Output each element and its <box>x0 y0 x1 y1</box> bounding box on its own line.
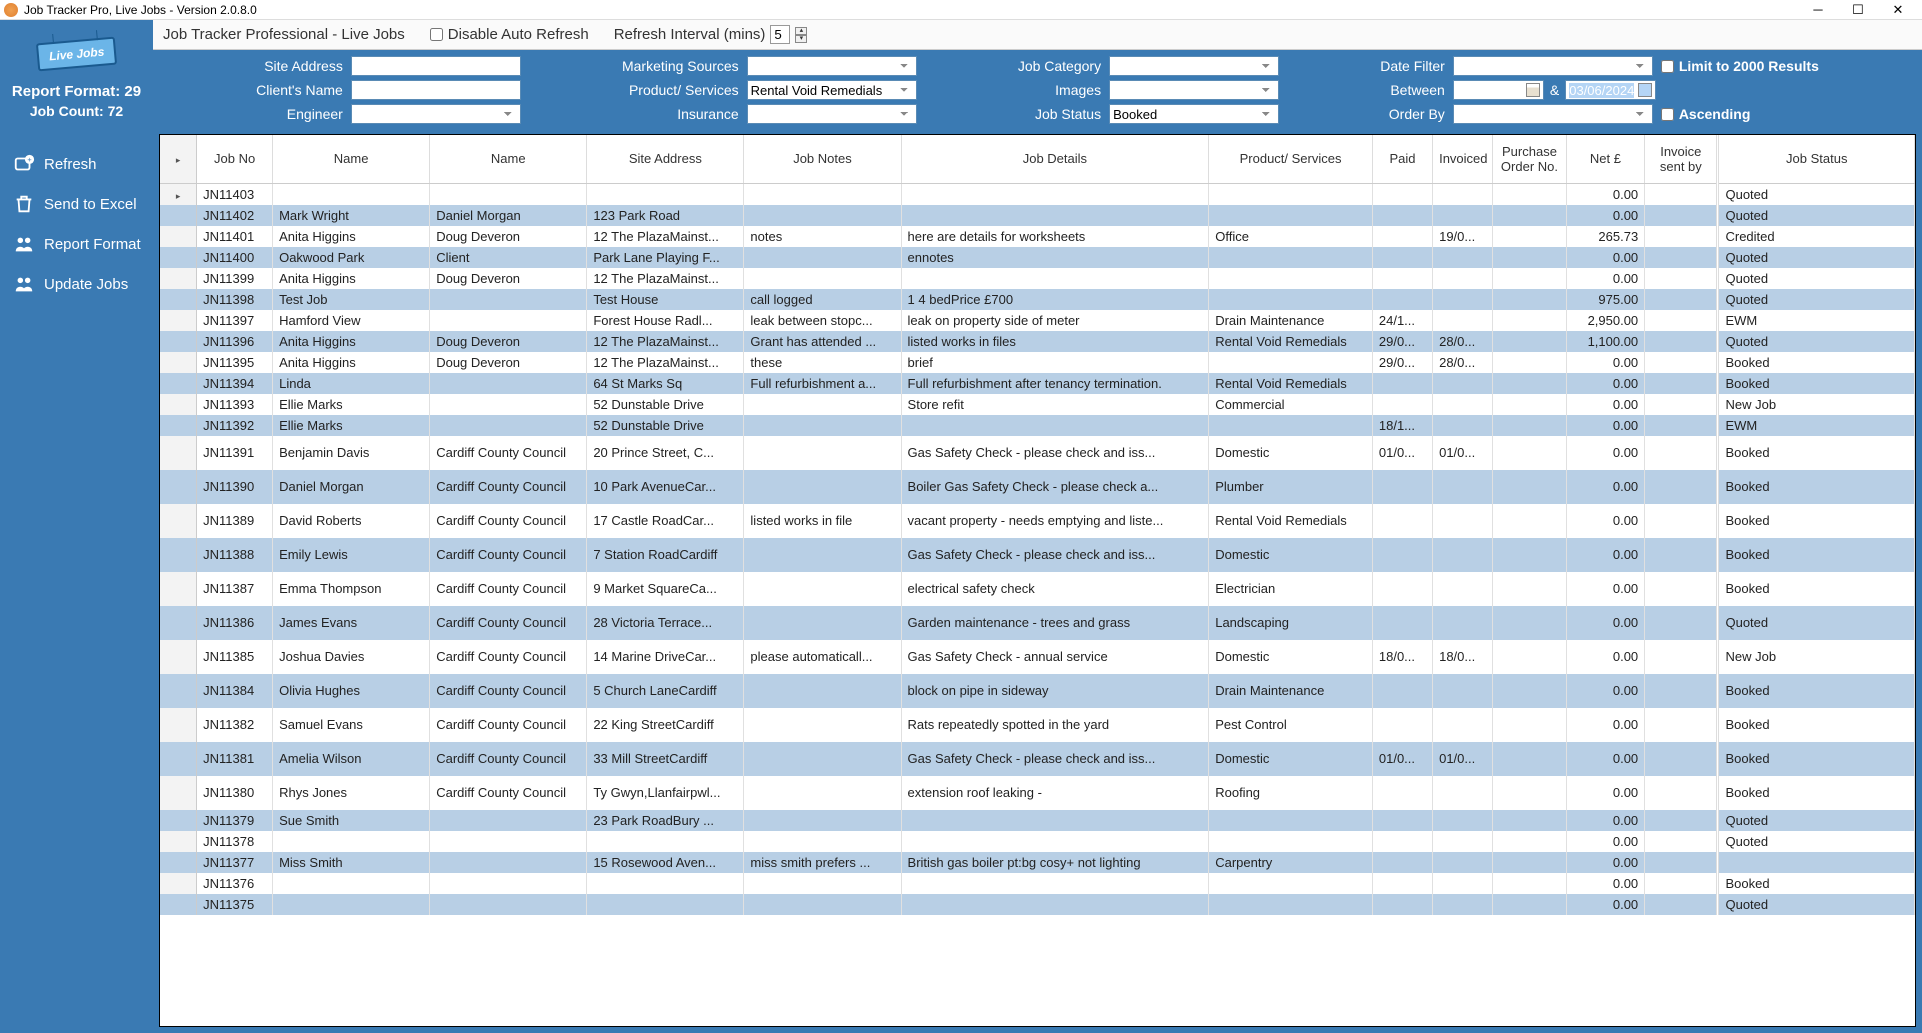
table-row[interactable]: JN113780.00Quoted <box>160 831 1915 852</box>
toolbar: Job Tracker Professional - Live Jobs Dis… <box>153 20 1922 50</box>
sidebar-item-send-excel[interactable]: Send to Excel <box>0 184 153 224</box>
filter-bar: Site Address Marketing Sources Job Categ… <box>153 50 1922 134</box>
calendar-icon[interactable] <box>1526 83 1540 97</box>
date-from-input[interactable]: 29/04/2024 <box>1453 80 1544 100</box>
column-header[interactable]: Product/ Services <box>1209 135 1373 183</box>
table-row[interactable]: JN11385Joshua DaviesCardiff County Counc… <box>160 640 1915 674</box>
sidebar-item-refresh[interactable]: + Refresh <box>0 144 153 184</box>
refresh-icon: + <box>12 152 36 176</box>
marketing-sources-select[interactable] <box>747 56 917 76</box>
svg-text:+: + <box>27 155 31 164</box>
table-row[interactable]: JN11377Miss Smith15 Rosewood Aven...miss… <box>160 852 1915 873</box>
table-row[interactable]: JN11387Emma ThompsonCardiff County Counc… <box>160 572 1915 606</box>
refresh-interval-spinner[interactable]: ▴▾ <box>795 27 807 43</box>
site-address-label: Site Address <box>163 58 343 74</box>
window-title: Job Tracker Pro, Live Jobs - Version 2.0… <box>24 3 1798 17</box>
table-row[interactable]: JN11386James EvansCardiff County Council… <box>160 606 1915 640</box>
trash-icon <box>12 192 36 216</box>
order-by-select[interactable] <box>1453 104 1653 124</box>
marketing-sources-label: Marketing Sources <box>529 58 739 74</box>
refresh-interval-input[interactable] <box>770 25 790 44</box>
table-row[interactable]: JN11384Olivia HughesCardiff County Counc… <box>160 674 1915 708</box>
product-services-select[interactable]: Rental Void Remedials <box>747 80 917 100</box>
column-header[interactable]: Site Address <box>587 135 744 183</box>
jobs-table: Job NoNameNameSite AddressJob NotesJob D… <box>160 135 1915 915</box>
sidebar-item-update-jobs[interactable]: Update Jobs <box>0 264 153 304</box>
close-button[interactable]: ✕ <box>1878 1 1918 19</box>
column-header[interactable]: Purchase Order No. <box>1493 135 1566 183</box>
engineer-select[interactable] <box>351 104 521 124</box>
maximize-button[interactable]: ☐ <box>1838 1 1878 19</box>
product-services-label: Product/ Services <box>529 82 739 98</box>
site-address-input[interactable] <box>351 56 521 76</box>
clients-name-input[interactable] <box>351 80 521 100</box>
table-row[interactable]: JN11397Hamford ViewForest House Radl...l… <box>160 310 1915 331</box>
table-header-row: Job NoNameNameSite AddressJob NotesJob D… <box>160 135 1915 183</box>
table-row[interactable]: JN11379Sue Smith23 Park RoadBury ...0.00… <box>160 810 1915 831</box>
report-format-stat: Report Format: 29 <box>0 83 153 100</box>
images-select[interactable] <box>1109 80 1279 100</box>
toolbar-title: Job Tracker Professional - Live Jobs <box>163 26 405 43</box>
job-count-stat: Job Count: 72 <box>0 103 153 119</box>
table-row[interactable]: JN11401Anita HigginsDoug Deveron12 The P… <box>160 226 1915 247</box>
column-header[interactable]: Job Details <box>901 135 1209 183</box>
minimize-button[interactable]: ─ <box>1798 1 1838 19</box>
disable-auto-refresh-checkbox[interactable]: Disable Auto Refresh <box>430 26 589 43</box>
ascending-checkbox[interactable]: Ascending <box>1661 106 1912 122</box>
job-status-label: Job Status <box>925 106 1101 122</box>
order-by-label: Order By <box>1287 106 1445 122</box>
people-icon <box>12 232 36 256</box>
column-header[interactable]: Name <box>273 135 430 183</box>
table-row[interactable]: JN11394Linda64 St Marks SqFull refurbish… <box>160 373 1915 394</box>
between-label: Between <box>1287 82 1445 98</box>
logo: Live Jobs <box>36 37 117 72</box>
limit-checkbox[interactable]: Limit to 2000 Results <box>1661 58 1912 74</box>
table-row[interactable]: JN113760.00Booked <box>160 873 1915 894</box>
column-header[interactable]: Net £ <box>1566 135 1645 183</box>
jobs-table-wrap[interactable]: Job NoNameNameSite AddressJob NotesJob D… <box>159 134 1916 1027</box>
table-row[interactable]: JN11390Daniel MorganCardiff County Counc… <box>160 470 1915 504</box>
column-header[interactable]: Name <box>430 135 587 183</box>
table-row[interactable]: JN11388Emily LewisCardiff County Council… <box>160 538 1915 572</box>
insurance-label: Insurance <box>529 106 739 122</box>
table-row[interactable]: JN11399Anita HigginsDoug Deveron12 The P… <box>160 268 1915 289</box>
refresh-interval: Refresh Interval (mins) ▴▾ <box>614 25 808 44</box>
table-row[interactable]: JN11381Amelia WilsonCardiff County Counc… <box>160 742 1915 776</box>
column-header[interactable]: Invoice sent by <box>1645 135 1718 183</box>
table-row[interactable]: JN11392Ellie Marks52 Dunstable Drive18/1… <box>160 415 1915 436</box>
calendar-icon[interactable] <box>1638 83 1652 97</box>
sidebar: Live Jobs Report Format: 29 Job Count: 7… <box>0 20 153 1033</box>
date-to-input[interactable]: 03/06/2024 <box>1565 80 1656 100</box>
column-header[interactable]: Job Status <box>1718 135 1915 183</box>
job-category-label: Job Category <box>925 58 1101 74</box>
column-header[interactable]: Paid <box>1372 135 1432 183</box>
table-row[interactable]: JN11382Samuel EvansCardiff County Counci… <box>160 708 1915 742</box>
images-label: Images <box>925 82 1101 98</box>
app-icon <box>4 3 18 17</box>
table-row[interactable]: JN113750.00Quoted <box>160 894 1915 915</box>
titlebar: Job Tracker Pro, Live Jobs - Version 2.0… <box>0 0 1922 20</box>
column-header[interactable]: Job Notes <box>744 135 901 183</box>
table-row[interactable]: JN11398Test JobTest Housecall logged1 4 … <box>160 289 1915 310</box>
sidebar-item-report-format[interactable]: Report Format <box>0 224 153 264</box>
table-row[interactable]: JN11380Rhys JonesCardiff County CouncilT… <box>160 776 1915 810</box>
job-category-select[interactable] <box>1109 56 1279 76</box>
table-row[interactable]: JN11395Anita HigginsDoug Deveron12 The P… <box>160 352 1915 373</box>
table-row[interactable]: JN11400Oakwood ParkClientPark Lane Playi… <box>160 247 1915 268</box>
column-header[interactable]: Invoiced <box>1433 135 1493 183</box>
people-icon <box>12 272 36 296</box>
table-row[interactable]: JN11393Ellie Marks52 Dunstable DriveStor… <box>160 394 1915 415</box>
table-row[interactable]: JN11389David RobertsCardiff County Counc… <box>160 504 1915 538</box>
table-row[interactable]: JN11391Benjamin DavisCardiff County Coun… <box>160 436 1915 470</box>
job-status-select[interactable]: Booked <box>1109 104 1279 124</box>
date-filter-select[interactable] <box>1453 56 1653 76</box>
column-header[interactable]: Job No <box>197 135 273 183</box>
engineer-label: Engineer <box>163 106 343 122</box>
date-filter-label: Date Filter <box>1287 58 1445 74</box>
table-row[interactable]: JN11402Mark WrightDaniel Morgan123 Park … <box>160 205 1915 226</box>
table-row[interactable]: JN11396Anita HigginsDoug Deveron12 The P… <box>160 331 1915 352</box>
insurance-select[interactable] <box>747 104 917 124</box>
clients-name-label: Client's Name <box>163 82 343 98</box>
table-row[interactable]: JN114030.00Quoted <box>160 183 1915 205</box>
